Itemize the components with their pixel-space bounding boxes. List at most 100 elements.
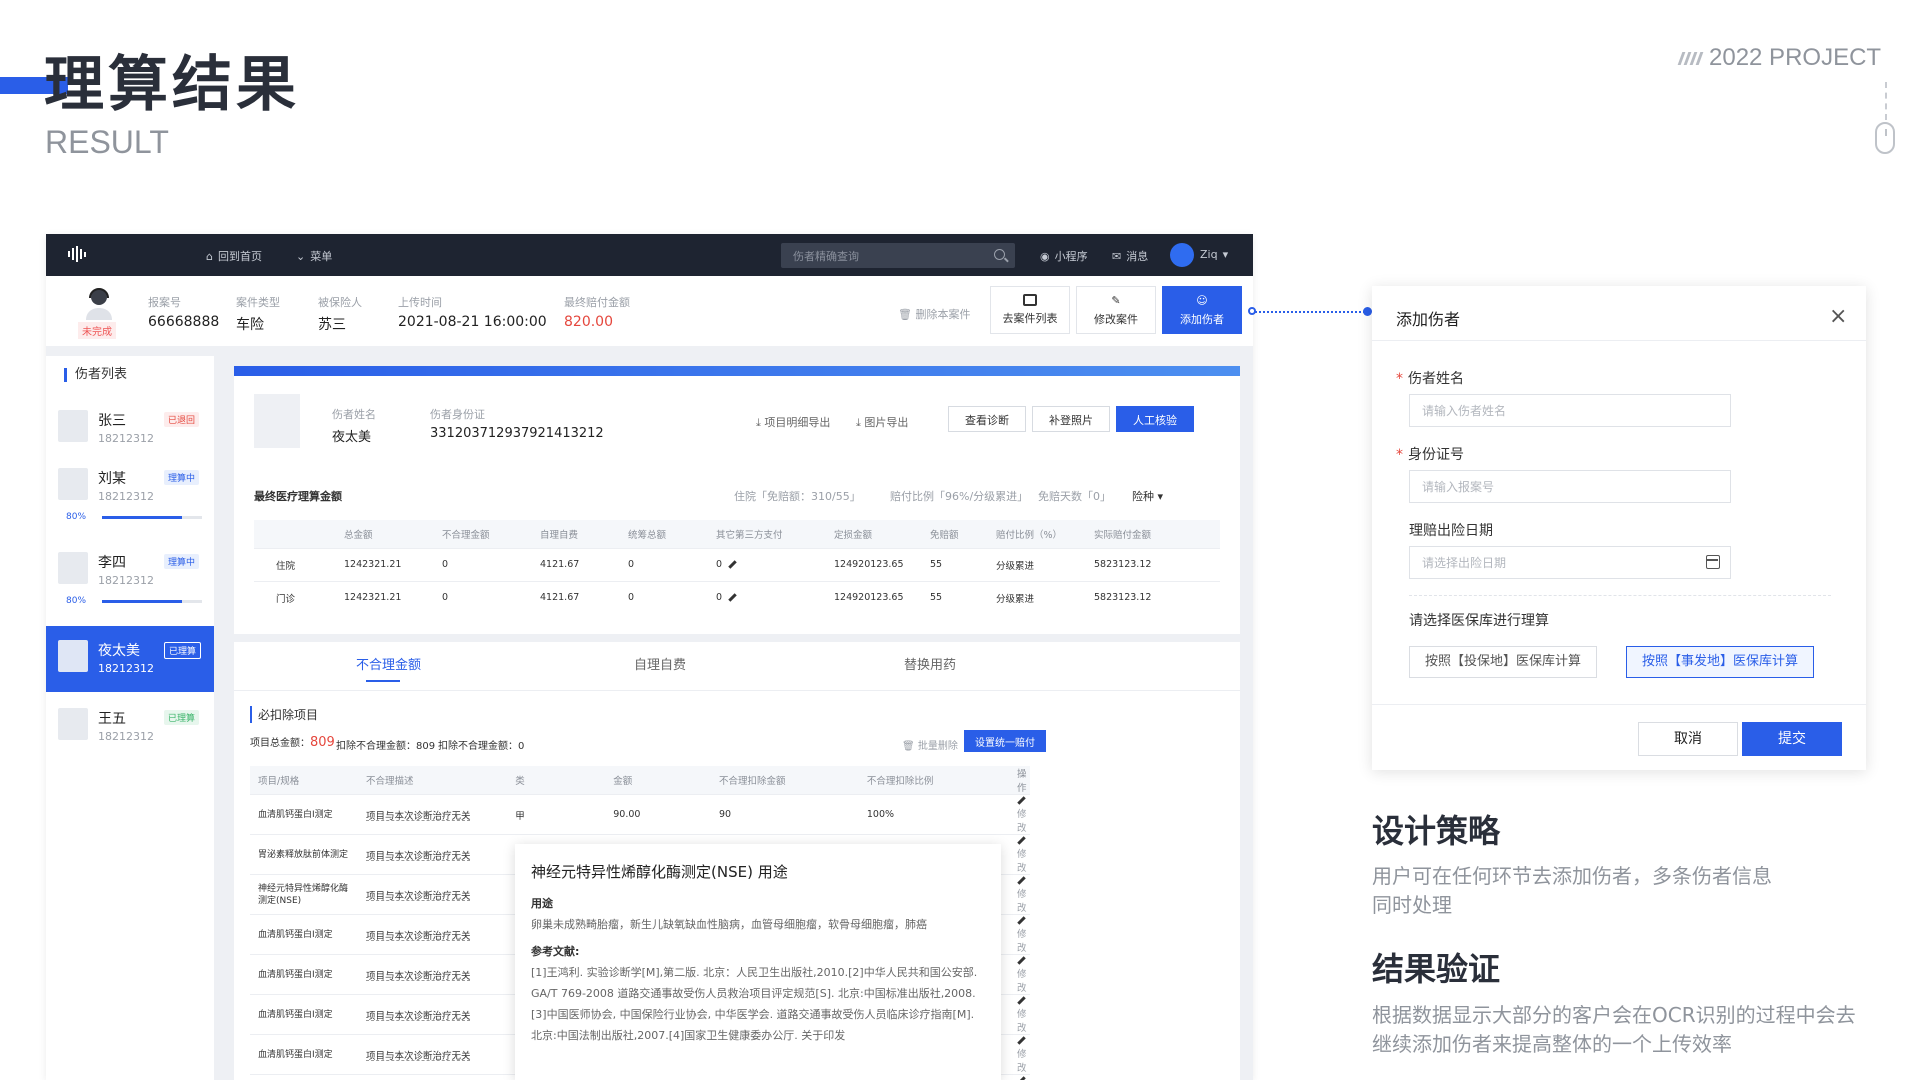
option-accident-location[interactable]: 按照【事发地】医保库计算 bbox=[1626, 646, 1815, 678]
progress-label: 80% bbox=[66, 596, 87, 606]
cell-value: 0 bbox=[716, 592, 723, 604]
view-diagnosis-button[interactable]: 查看诊断 bbox=[948, 406, 1026, 432]
edit-button[interactable]: 修改 bbox=[1009, 1034, 1030, 1075]
name-label: 伤者姓名 bbox=[332, 408, 376, 421]
filter-days[interactable]: 免赔天数「0」 bbox=[1038, 488, 1111, 504]
export-items-link[interactable]: ⤓ 项目明细导出 bbox=[756, 414, 830, 430]
tab-substitute[interactable]: 替换用药 bbox=[904, 654, 956, 673]
cell: 分级累进 bbox=[988, 580, 1086, 614]
cell-editable[interactable]: 0 bbox=[708, 547, 826, 581]
progress-label: 80% bbox=[66, 512, 87, 522]
filter-deductible[interactable]: 住院「免赔额：310/55」 bbox=[734, 488, 861, 504]
status-badge: 已理算 bbox=[164, 710, 200, 725]
manual-verify-button[interactable]: 人工核验 bbox=[1116, 406, 1194, 432]
edit-button[interactable]: 修改 bbox=[1009, 994, 1030, 1035]
edit-button[interactable]: 修改 bbox=[1009, 1074, 1030, 1080]
user-menu[interactable]: Ziq ▾ bbox=[1200, 248, 1228, 261]
cancel-button[interactable]: 取消 bbox=[1638, 722, 1738, 756]
injured-name: 王五 bbox=[98, 711, 126, 727]
search-placeholder: 伤者精确查询 bbox=[793, 250, 859, 263]
reason-link[interactable]: 项目与本次诊断治疗无关 bbox=[358, 1034, 508, 1075]
cell-editable[interactable]: 0 bbox=[708, 580, 826, 614]
edit-button[interactable]: 修改 bbox=[1009, 954, 1030, 995]
insurance-type-select[interactable]: 险种 ▾ bbox=[1132, 488, 1163, 504]
batch-delete-button[interactable]: 🗑 批量删除 bbox=[902, 737, 958, 752]
search-icon[interactable] bbox=[994, 249, 1005, 260]
injured-name-input[interactable] bbox=[1409, 394, 1731, 427]
edit-button[interactable]: 修改 bbox=[1009, 794, 1030, 835]
date-input[interactable] bbox=[1409, 546, 1731, 579]
sidebar-item-liumou[interactable]: 刘某 18212312 理算中 80% bbox=[46, 460, 214, 528]
total-amount: 项目总金额：809 bbox=[250, 734, 335, 750]
add-photo-button[interactable]: 补登照片 bbox=[1032, 406, 1110, 432]
pencil-icon[interactable] bbox=[728, 593, 737, 602]
injured-id: 18212312 bbox=[98, 574, 154, 587]
download-icon: ⤓ bbox=[756, 416, 761, 429]
reason-link[interactable]: 项目与本次诊断治疗无关 bbox=[358, 914, 508, 955]
nav-messages[interactable]: ✉ 消息 bbox=[1112, 248, 1148, 264]
top-navbar: ⌂ 回到首页 ⌄ 菜单 伤者精确查询 ◉ 小程序 ✉ 消息 Ziq ▾ bbox=[46, 234, 1253, 276]
submit-button[interactable]: 提交 bbox=[1742, 722, 1842, 756]
total-value: 809 bbox=[310, 735, 335, 750]
user-avatar[interactable] bbox=[1170, 243, 1194, 267]
edit-case-label: 修改案件 bbox=[1094, 312, 1138, 326]
case-list-label: 去案件列表 bbox=[1002, 312, 1058, 325]
date-field-label: 理赔出险日期 bbox=[1409, 523, 1493, 539]
nav-mini-label: 小程序 bbox=[1054, 250, 1088, 263]
edit-case-button[interactable]: ✎ 修改案件 bbox=[1076, 286, 1156, 334]
tab-selfpay[interactable]: 自理自费 bbox=[634, 654, 686, 673]
sidebar-item-zhangsan[interactable]: 张三 18212312 已退回 bbox=[46, 396, 214, 456]
close-icon[interactable]: × bbox=[1829, 304, 1847, 329]
cell: 门诊 bbox=[254, 580, 336, 614]
cell: 胃泌素释放肽前体测定 bbox=[250, 834, 359, 875]
nav-home[interactable]: ⌂ 回到首页 bbox=[206, 248, 262, 264]
reason-link[interactable]: 项目与本次诊断治疗无关 bbox=[358, 994, 508, 1035]
set-unified-button[interactable]: 设置统一赔付 bbox=[964, 730, 1046, 752]
reason-link[interactable]: 项目与本次诊断治疗无关 bbox=[358, 1074, 508, 1080]
edit-label: 修改 bbox=[1017, 849, 1027, 874]
add-injured-label: 添加伤者 bbox=[1180, 312, 1224, 326]
option-insured-location[interactable]: 按照【投保地】医保库计算 bbox=[1409, 646, 1598, 678]
calendar-icon[interactable] bbox=[1706, 555, 1720, 569]
add-injured-button[interactable]: ☺ 添加伤者 bbox=[1162, 286, 1242, 334]
sidebar-item-lisi[interactable]: 李四 18212312 理算中 80% bbox=[46, 544, 214, 612]
id-number-input[interactable] bbox=[1409, 470, 1731, 503]
col-header: 不合理金额 bbox=[434, 520, 532, 548]
sidebar-item-wangwu[interactable]: 王五 18212312 已理算 bbox=[46, 696, 214, 756]
case-list-button[interactable]: 去案件列表 bbox=[990, 286, 1070, 334]
reason-link[interactable]: 项目与本次诊断治疗无关 bbox=[358, 874, 508, 915]
edit-label: 修改 bbox=[1017, 809, 1027, 834]
case-status-badge: 未完成 bbox=[78, 322, 116, 339]
final-payout-value: 820.00 bbox=[564, 314, 613, 330]
reason-link[interactable]: 项目与本次诊断治疗无关 bbox=[358, 794, 508, 835]
date-picker[interactable] bbox=[1409, 546, 1731, 579]
col-header: 统筹总额 bbox=[620, 520, 708, 548]
edit-button[interactable]: 修改 bbox=[1009, 914, 1030, 955]
export-images-link[interactable]: ⤓ 图片导出 bbox=[856, 414, 908, 430]
app-logo[interactable] bbox=[68, 246, 92, 262]
progress-bar bbox=[102, 516, 202, 519]
edit-button[interactable]: 修改 bbox=[1009, 874, 1030, 915]
pencil-icon bbox=[1017, 916, 1026, 925]
delete-case-button[interactable]: 🗑 删除本案件 bbox=[898, 306, 970, 322]
edit-button[interactable]: 修改 bbox=[1009, 834, 1030, 875]
col-header: 定损金额 bbox=[826, 520, 922, 548]
filter-ratio[interactable]: 赔付比例「96%/分级累进」 bbox=[890, 488, 1028, 504]
insured-label: 被保险人 bbox=[318, 296, 362, 309]
search-input[interactable]: 伤者精确查询 bbox=[781, 243, 1015, 268]
divider bbox=[1409, 595, 1831, 596]
tab-unreasonable[interactable]: 不合理金额 bbox=[356, 654, 421, 673]
cell: 甲 bbox=[507, 794, 606, 835]
nav-miniprogram[interactable]: ◉ 小程序 bbox=[1040, 248, 1088, 264]
detail-panel: 伤者姓名 夜太美 伤者身份证 331203712937921413212 ⤓ 项… bbox=[234, 366, 1240, 634]
nav-menu[interactable]: ⌄ 菜单 bbox=[296, 248, 332, 264]
tooltip-use-heading: 用途 bbox=[531, 897, 553, 910]
divider bbox=[234, 690, 1240, 691]
trash-icon: 🗑 bbox=[898, 308, 912, 321]
connector-line bbox=[1255, 311, 1369, 313]
col-header: 不合理扣除比例 bbox=[858, 766, 1009, 795]
reason-link[interactable]: 项目与本次诊断治疗无关 bbox=[358, 954, 508, 995]
sidebar-item-yetaimei[interactable]: 夜太美 18212312 已理算 bbox=[46, 626, 214, 692]
reason-link[interactable]: 项目与本次诊断治疗无关 bbox=[358, 834, 508, 875]
pencil-icon[interactable] bbox=[728, 560, 737, 569]
